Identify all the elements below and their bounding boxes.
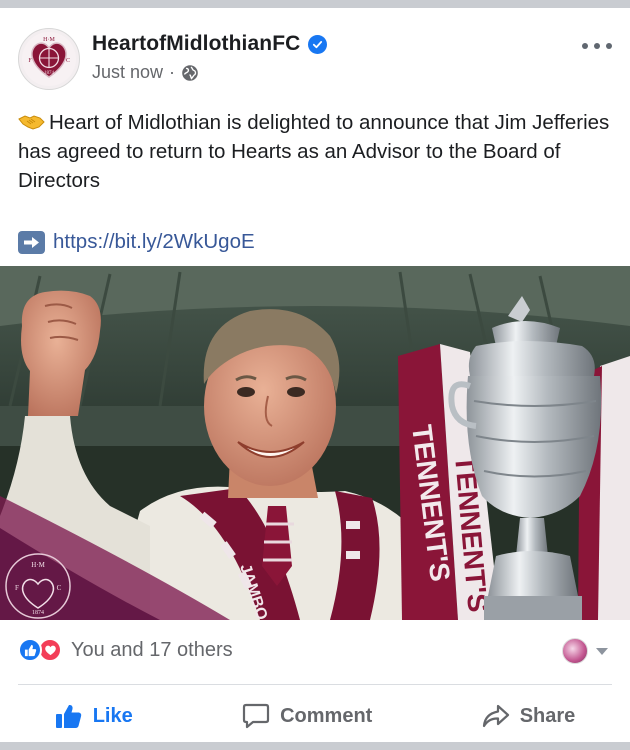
hearts-crest-logo: H·M F C 1874 <box>22 32 76 86</box>
svg-text:C: C <box>66 58 70 64</box>
post-link-row: https://bit.ly/2WkUgoE <box>18 230 255 254</box>
page-voice-selector[interactable] <box>562 638 608 664</box>
verified-badge-icon <box>308 34 328 54</box>
like-reaction-icon <box>18 638 42 662</box>
comment-label: Comment <box>280 704 373 727</box>
like-label: Like <box>92 704 133 727</box>
comment-button[interactable]: Comment <box>242 703 372 729</box>
svg-text:1874: 1874 <box>44 71 55 76</box>
svg-text:H·M: H·M <box>31 561 45 569</box>
share-button[interactable]: Share <box>482 703 576 729</box>
share-label: Share <box>519 704 576 727</box>
svg-text:H·M: H·M <box>43 37 55 43</box>
thumbs-up-icon <box>55 704 81 728</box>
post-link[interactable]: https://bit.ly/2WkUgoE <box>53 230 255 254</box>
post-photo[interactable]: JAMBO TENNENT'S TENNENT'S H·M F C 1874 <box>0 266 630 620</box>
comment-bubble-icon <box>242 703 270 729</box>
svg-text:F: F <box>15 584 19 592</box>
post-meta: Just now · <box>92 62 199 83</box>
svg-text:1874: 1874 <box>32 610 44 616</box>
post-actions: Like Comment Share <box>0 694 630 738</box>
like-button[interactable]: Like <box>55 703 133 729</box>
viewer-avatar <box>562 638 588 664</box>
share-arrow-icon <box>482 704 509 728</box>
handshake-emoji-icon <box>18 110 45 130</box>
post-text: Heart of Midlothian is delighted to anno… <box>18 111 610 192</box>
svg-text:C: C <box>57 584 62 592</box>
reactions-summary[interactable]: You and 17 others <box>18 638 233 662</box>
page-name[interactable]: HeartofMidlothianFC <box>92 32 300 56</box>
post-header: H·M F C 1874 HeartofMidlothianFC Just no… <box>18 28 612 98</box>
actions-divider <box>18 684 612 685</box>
meta-separator: · <box>169 62 176 82</box>
right-arrow-emoji-icon <box>18 230 45 254</box>
jim-jefferies-trophy-photo: JAMBO TENNENT'S TENNENT'S H·M F C 1874 <box>0 266 630 620</box>
post-timestamp[interactable]: Just now <box>92 62 163 83</box>
globe-icon[interactable] <box>181 64 199 82</box>
page-name-row: HeartofMidlothianFC <box>92 32 328 56</box>
post-card: H·M F C 1874 HeartofMidlothianFC Just no… <box>0 8 630 742</box>
more-options-icon[interactable] <box>582 40 612 52</box>
chevron-down-icon <box>596 647 608 655</box>
reaction-count[interactable]: You and 17 others <box>71 639 233 662</box>
page-avatar[interactable]: H·M F C 1874 <box>18 28 80 90</box>
post-message: Heart of Midlothian is delighted to anno… <box>18 108 614 195</box>
